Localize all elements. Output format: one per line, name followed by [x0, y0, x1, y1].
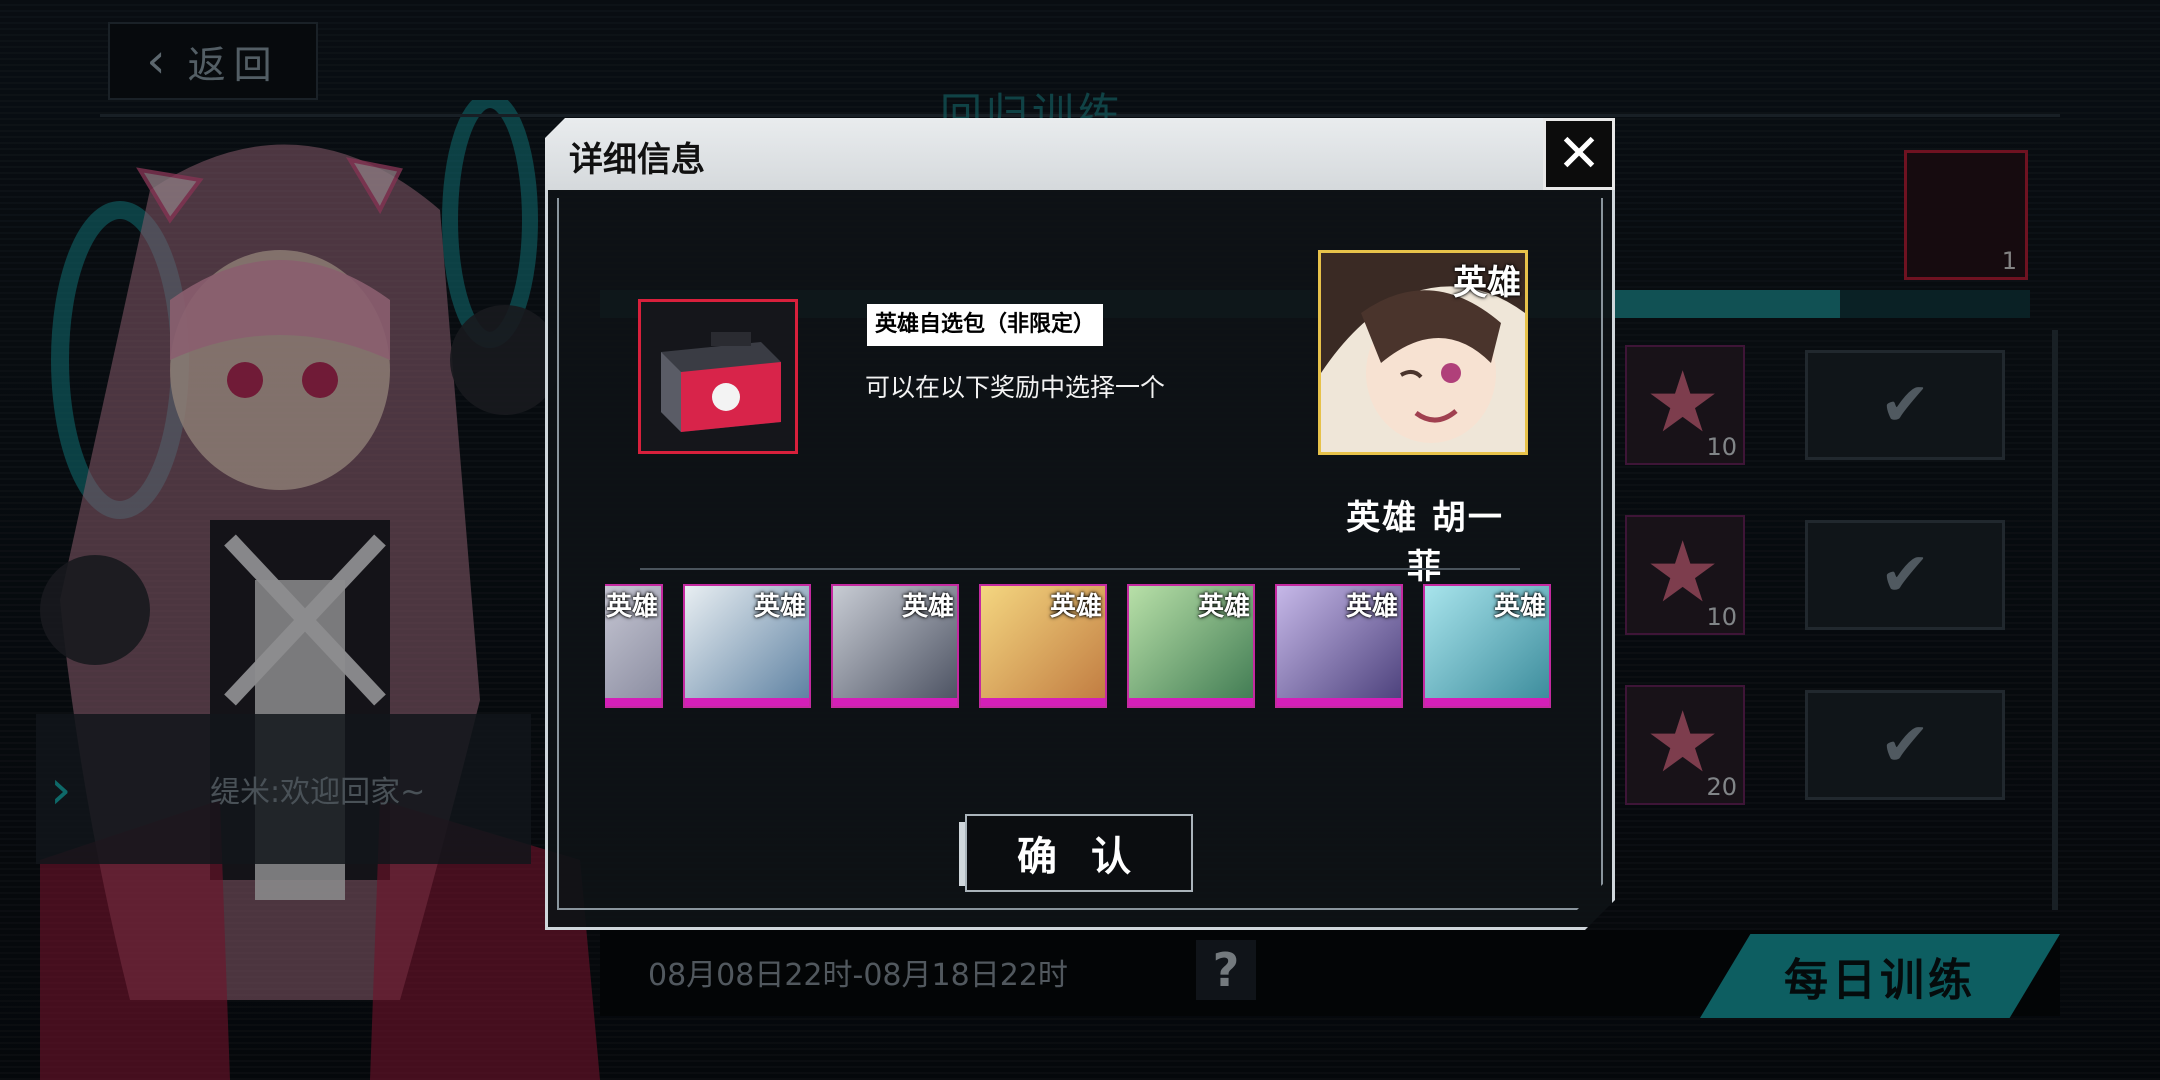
item-description: 可以在以下奖励中选择一个	[865, 373, 1166, 402]
selected-hero-name: 英雄 胡一菲	[1346, 498, 1504, 587]
close-icon: ✕	[1557, 124, 1601, 184]
hero-option[interactable]: 英雄	[1275, 584, 1403, 708]
hero-option[interactable]: 英雄	[683, 584, 811, 708]
hero-badge: 英雄	[1197, 592, 1250, 622]
hero-badge: 英雄	[605, 592, 658, 622]
detail-dialog: 详细信息 ✕ 英雄自选包（非限定） 可以在以下奖励中选择一个 英雄 英雄 胡一菲	[545, 118, 1615, 930]
divider	[640, 568, 1520, 570]
selected-hero-portrait: 英雄	[1318, 250, 1528, 455]
hero-badge: 英雄	[1345, 592, 1398, 622]
dialog-title: 详细信息	[569, 140, 705, 180]
hero-option[interactable]: 英雄	[979, 584, 1107, 708]
close-button[interactable]: ✕	[1543, 118, 1615, 190]
hero-option[interactable]: 英雄	[1423, 584, 1551, 708]
hero-badge: 英雄	[1493, 592, 1546, 622]
crate-icon	[641, 302, 795, 451]
hero-badge: 英雄	[753, 592, 806, 622]
confirm-button[interactable]: 确 认	[959, 814, 1193, 892]
hero-badge: 英雄	[1453, 263, 1521, 303]
hero-badge: 英雄	[1049, 592, 1102, 622]
hero-option[interactable]: 英雄	[831, 584, 959, 708]
item-name: 英雄自选包（非限定）	[867, 304, 1104, 346]
hero-badge: 英雄	[901, 592, 954, 622]
hero-option[interactable]: 英雄	[1127, 584, 1255, 708]
dialog-header: 详细信息	[545, 118, 1615, 190]
hero-options-list[interactable]: 英雄 英雄 英雄 英雄 英雄 英雄 英雄	[605, 584, 1555, 712]
hero-pack-icon	[638, 299, 798, 454]
hero-option[interactable]: 英雄	[605, 584, 663, 708]
